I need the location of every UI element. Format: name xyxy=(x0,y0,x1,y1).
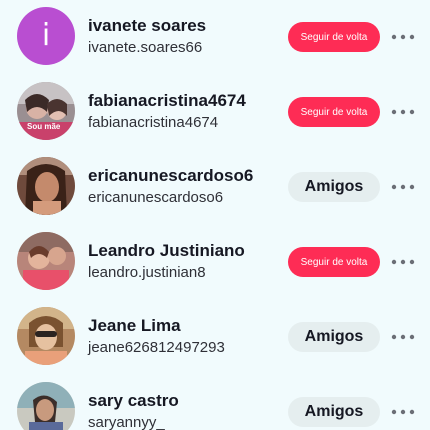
list-item[interactable]: Sou mãe fabianacristina4674 fabianacrist… xyxy=(0,75,430,150)
more-options-icon[interactable] xyxy=(390,327,416,347)
list-item[interactable]: sary castro saryannyy_ Amigos xyxy=(0,375,430,430)
avatar[interactable] xyxy=(17,307,75,365)
more-options-icon[interactable] xyxy=(390,402,416,422)
avatar[interactable] xyxy=(17,382,75,430)
list-item[interactable]: i ivanete soares ivanete.soares66 Seguir… xyxy=(0,0,430,75)
avatar[interactable] xyxy=(17,232,75,290)
list-item[interactable]: ericanunescardoso6 ericanunescardoso6 Am… xyxy=(0,150,430,225)
follow-back-button[interactable]: Seguir de volta xyxy=(288,22,380,52)
more-options-icon[interactable] xyxy=(390,177,416,197)
user-handle: jeane626812497293 xyxy=(88,339,225,356)
user-name[interactable]: fabianacristina4674 xyxy=(88,91,246,111)
avatar[interactable] xyxy=(17,157,75,215)
avatar-photo xyxy=(17,82,75,140)
user-name[interactable]: Leandro Justiniano xyxy=(88,241,245,261)
avatar[interactable]: Sou mãe xyxy=(17,82,75,140)
more-options-icon[interactable] xyxy=(390,102,416,122)
avatar[interactable]: i xyxy=(17,7,75,65)
list-item[interactable]: Leandro Justiniano leandro.justinian8 Se… xyxy=(0,225,430,300)
friends-button[interactable]: Amigos xyxy=(288,172,380,202)
user-handle: fabianacristina4674 xyxy=(88,114,219,131)
user-name[interactable]: sary castro xyxy=(88,391,179,411)
avatar-photo xyxy=(17,157,75,215)
list-item[interactable]: Jeane Lima jeane626812497293 Amigos xyxy=(0,300,430,375)
user-name[interactable]: ivanete soares xyxy=(88,16,206,36)
avatar-badge: Sou mãe xyxy=(27,122,61,131)
followers-list: i ivanete soares ivanete.soares66 Seguir… xyxy=(0,0,430,430)
user-handle: saryannyy_ xyxy=(88,414,165,430)
friends-button[interactable]: Amigos xyxy=(288,397,380,427)
user-handle: ericanunescardoso6 xyxy=(88,189,224,206)
avatar-photo xyxy=(17,232,75,290)
more-options-icon[interactable] xyxy=(390,252,416,272)
follow-back-button[interactable]: Seguir de volta xyxy=(288,97,380,127)
user-name[interactable]: Jeane Lima xyxy=(88,316,181,336)
user-handle: leandro.justinian8 xyxy=(88,264,206,281)
follow-back-button[interactable]: Seguir de volta xyxy=(288,247,380,277)
user-name[interactable]: ericanunescardoso6 xyxy=(88,166,253,186)
user-handle: ivanete.soares66 xyxy=(88,39,203,56)
avatar-photo xyxy=(17,382,75,430)
friends-button[interactable]: Amigos xyxy=(288,322,380,352)
avatar-photo xyxy=(17,307,75,365)
more-options-icon[interactable] xyxy=(390,27,416,47)
